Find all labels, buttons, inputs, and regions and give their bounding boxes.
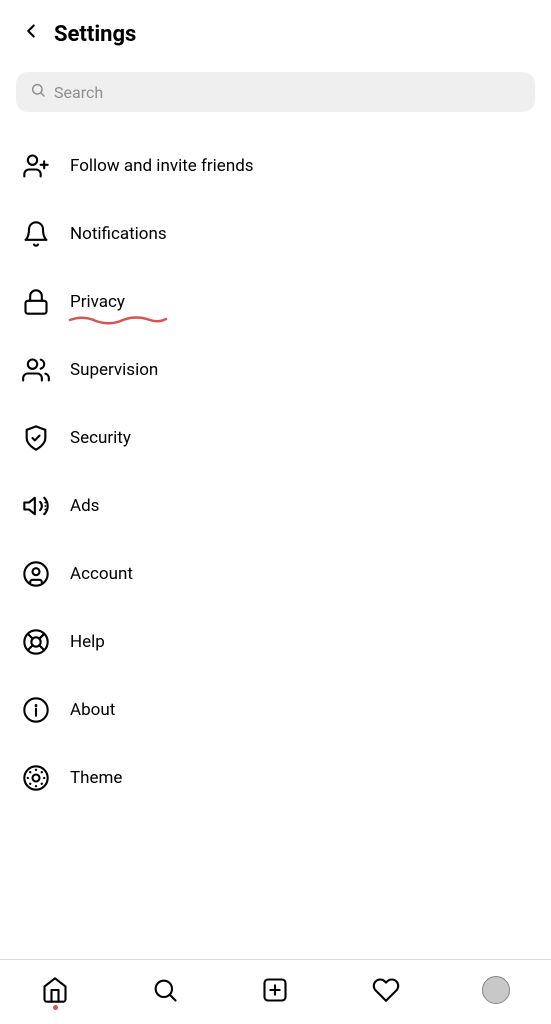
profile-avatar <box>482 976 510 1004</box>
menu-item-theme[interactable]: Theme <box>0 744 551 812</box>
bottom-navigation <box>0 959 551 1024</box>
menu-item-supervision[interactable]: Supervision <box>0 336 551 404</box>
supervision-icon <box>20 354 52 386</box>
ads-icon <box>20 490 52 522</box>
ads-label: Ads <box>70 496 99 516</box>
nav-heart[interactable] <box>360 972 412 1008</box>
privacy-label: Privacy <box>70 292 125 312</box>
add-icon <box>261 976 289 1004</box>
follow-invite-label: Follow and invite friends <box>70 156 254 176</box>
page-title: Settings <box>54 22 136 47</box>
search-placeholder: Search <box>54 83 103 102</box>
privacy-underline <box>68 312 168 326</box>
nav-add[interactable] <box>249 972 301 1008</box>
menu-item-account[interactable]: Account <box>0 540 551 608</box>
nav-search[interactable] <box>139 972 191 1008</box>
home-icon <box>41 976 69 1004</box>
menu-list: Follow and invite friends Notifications … <box>0 128 551 959</box>
shield-check-icon <box>20 422 52 454</box>
search-icon <box>30 82 46 102</box>
search-bar[interactable]: Search <box>16 72 535 112</box>
menu-item-notifications[interactable]: Notifications <box>0 200 551 268</box>
lock-icon <box>20 286 52 318</box>
follow-icon <box>20 150 52 182</box>
search-nav-icon <box>151 976 179 1004</box>
search-container: Search <box>0 64 551 128</box>
notifications-label: Notifications <box>70 224 167 244</box>
supervision-label: Supervision <box>70 360 158 380</box>
bell-icon <box>20 218 52 250</box>
theme-icon <box>20 762 52 794</box>
nav-home[interactable] <box>29 972 81 1008</box>
back-arrow-icon <box>20 20 42 48</box>
help-icon <box>20 626 52 658</box>
home-active-dot <box>53 1005 58 1010</box>
info-icon <box>20 694 52 726</box>
header: Settings <box>0 0 551 64</box>
menu-item-about[interactable]: About <box>0 676 551 744</box>
help-label: Help <box>70 632 105 652</box>
menu-item-help[interactable]: Help <box>0 608 551 676</box>
menu-item-security[interactable]: Security <box>0 404 551 472</box>
security-label: Security <box>70 428 131 448</box>
account-icon <box>20 558 52 590</box>
account-label: Account <box>70 564 133 584</box>
back-button[interactable] <box>16 16 54 52</box>
about-label: About <box>70 700 115 720</box>
theme-label: Theme <box>70 768 122 788</box>
menu-item-follow-invite[interactable]: Follow and invite friends <box>0 132 551 200</box>
menu-item-privacy[interactable]: Privacy <box>0 268 551 336</box>
menu-item-ads[interactable]: Ads <box>0 472 551 540</box>
nav-profile[interactable] <box>470 972 522 1008</box>
heart-icon <box>372 976 400 1004</box>
